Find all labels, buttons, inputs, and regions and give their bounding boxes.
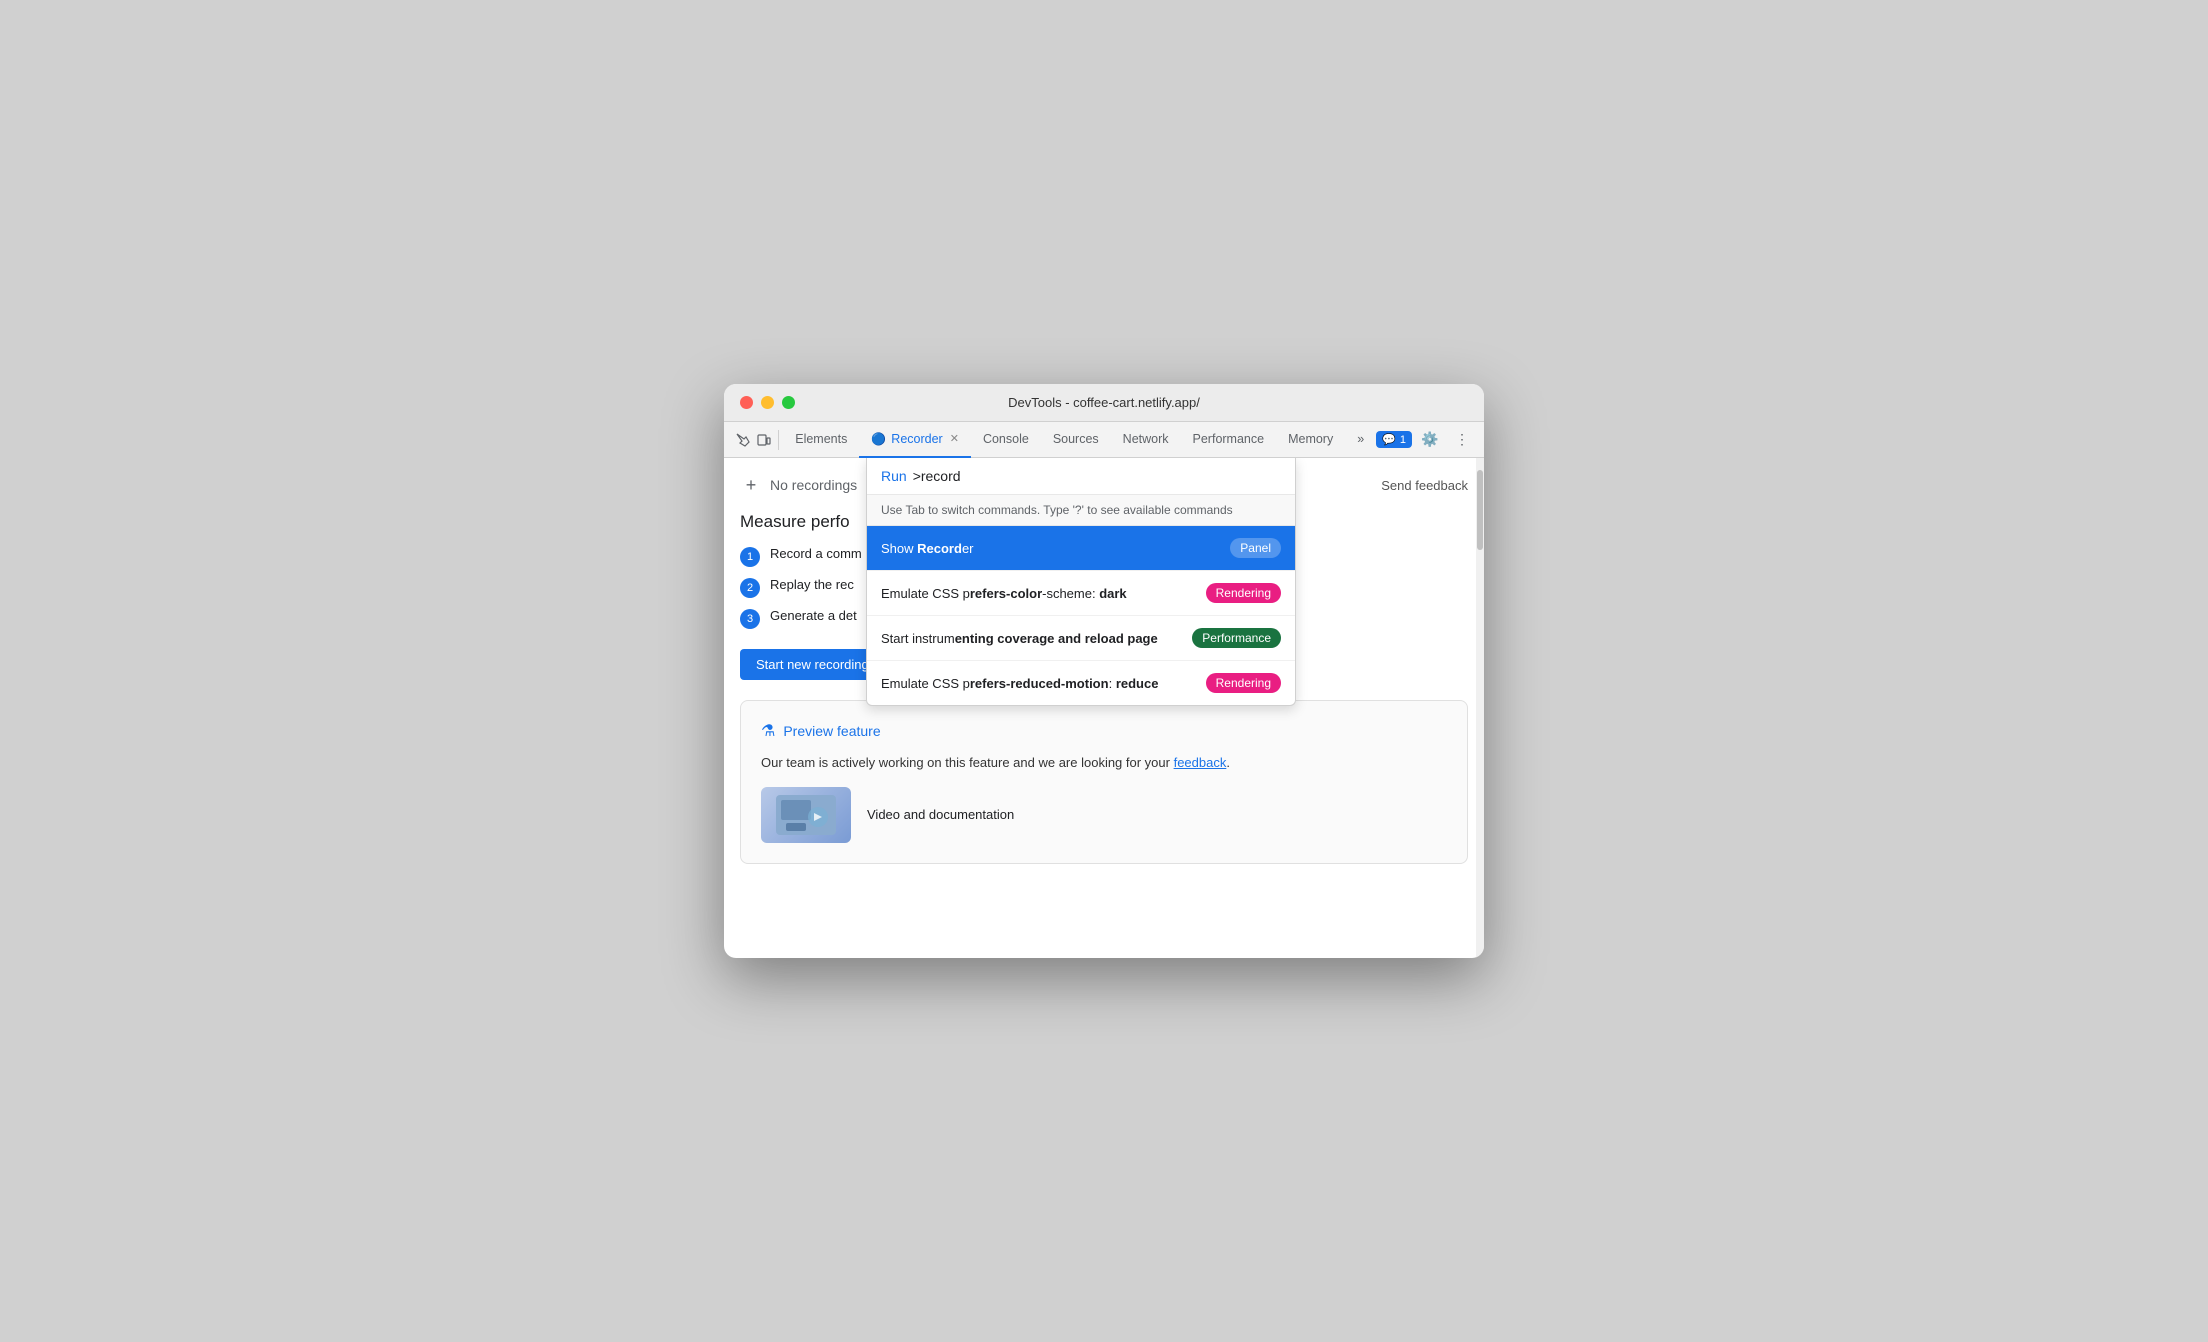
- command-item-emulate-dark[interactable]: Emulate CSS prefers-color-scheme: dark R…: [867, 571, 1295, 616]
- command-item-emulate-motion[interactable]: Emulate CSS prefers-reduced-motion: redu…: [867, 661, 1295, 705]
- command-palette: Run >record Use Tab to switch commands. …: [866, 458, 1296, 706]
- inspect-icon[interactable]: [732, 426, 753, 454]
- tab-memory[interactable]: Memory: [1276, 422, 1345, 458]
- feedback-icon: 💬: [1382, 433, 1396, 446]
- panel-header-left: + No recordings: [740, 474, 857, 496]
- minimize-button[interactable]: [761, 396, 774, 409]
- command-input-row: Run >record: [867, 458, 1295, 495]
- maximize-button[interactable]: [782, 396, 795, 409]
- video-doc-row: Video and documentation: [761, 787, 1447, 843]
- feedback-badge-button[interactable]: 💬 1: [1376, 431, 1412, 448]
- command-item-text: Start instrumenting coverage and reload …: [881, 631, 1192, 646]
- toolbar-divider: [778, 430, 779, 450]
- device-icon[interactable]: [753, 426, 774, 454]
- close-button[interactable]: [740, 396, 753, 409]
- start-new-recording-button[interactable]: Start new recording: [740, 649, 885, 680]
- command-item-text: Show Recorder: [881, 541, 1230, 556]
- video-doc-label: Video and documentation: [867, 807, 1014, 822]
- more-options-button[interactable]: ⋮: [1448, 426, 1476, 454]
- step-num-1: 1: [740, 547, 760, 567]
- recorder-icon: 🔵: [871, 432, 886, 446]
- title-bar: DevTools - coffee-cart.netlify.app/: [724, 384, 1484, 422]
- step-num-3: 3: [740, 609, 760, 629]
- video-thumbnail[interactable]: [761, 787, 851, 843]
- tab-network[interactable]: Network: [1111, 422, 1181, 458]
- command-item-coverage[interactable]: Start instrumenting coverage and reload …: [867, 616, 1295, 661]
- command-input-value[interactable]: >record: [913, 468, 961, 484]
- settings-button[interactable]: ⚙️: [1416, 426, 1444, 454]
- preview-text: Our team is actively working on this fea…: [761, 753, 1447, 773]
- tab-console[interactable]: Console: [971, 422, 1041, 458]
- command-badge-rendering: Rendering: [1206, 583, 1281, 603]
- tab-sources[interactable]: Sources: [1041, 422, 1111, 458]
- devtools-body: + No recordings Send feedback Measure pe…: [724, 458, 1484, 958]
- tab-close-icon[interactable]: ✕: [950, 432, 959, 445]
- command-item-text: Emulate CSS prefers-reduced-motion: redu…: [881, 676, 1206, 691]
- command-run-label: Run: [881, 468, 907, 484]
- flask-icon: ⚗: [761, 721, 775, 741]
- tab-elements[interactable]: Elements: [783, 422, 859, 458]
- scrollbar-thumb[interactable]: [1477, 470, 1483, 550]
- no-recordings-label: No recordings: [770, 477, 857, 493]
- scrollbar[interactable]: [1476, 458, 1484, 958]
- add-recording-button[interactable]: +: [740, 474, 762, 496]
- command-item-text: Emulate CSS prefers-color-scheme: dark: [881, 586, 1206, 601]
- preview-box: ⚗ Preview feature Our team is actively w…: [740, 700, 1468, 864]
- command-list: Show Recorder Panel Emulate CSS prefers-…: [867, 526, 1295, 705]
- command-badge-rendering-2: Rendering: [1206, 673, 1281, 693]
- panel-area: + No recordings Send feedback Measure pe…: [724, 458, 1484, 958]
- tab-performance[interactable]: Performance: [1181, 422, 1277, 458]
- preview-header: ⚗ Preview feature: [761, 721, 1447, 741]
- feedback-link[interactable]: feedback: [1174, 755, 1227, 770]
- command-hint: Use Tab to switch commands. Type '?' to …: [867, 495, 1295, 526]
- traffic-lights: [740, 396, 795, 409]
- step-num-2: 2: [740, 578, 760, 598]
- command-badge-performance: Performance: [1192, 628, 1281, 648]
- send-feedback-link[interactable]: Send feedback: [1381, 478, 1468, 493]
- toolbar-right: 💬 1 ⚙️ ⋮: [1376, 426, 1476, 454]
- devtools-toolbar: Elements 🔵 Recorder ✕ Console Sources Ne…: [724, 422, 1484, 458]
- devtools-window: DevTools - coffee-cart.netlify.app/ Elem…: [724, 384, 1484, 958]
- tab-recorder[interactable]: 🔵 Recorder ✕: [859, 422, 971, 458]
- command-badge-panel: Panel: [1230, 538, 1281, 558]
- command-item-show-recorder[interactable]: Show Recorder Panel: [867, 526, 1295, 571]
- tab-more[interactable]: »: [1345, 422, 1376, 458]
- window-title: DevTools - coffee-cart.netlify.app/: [1008, 395, 1200, 410]
